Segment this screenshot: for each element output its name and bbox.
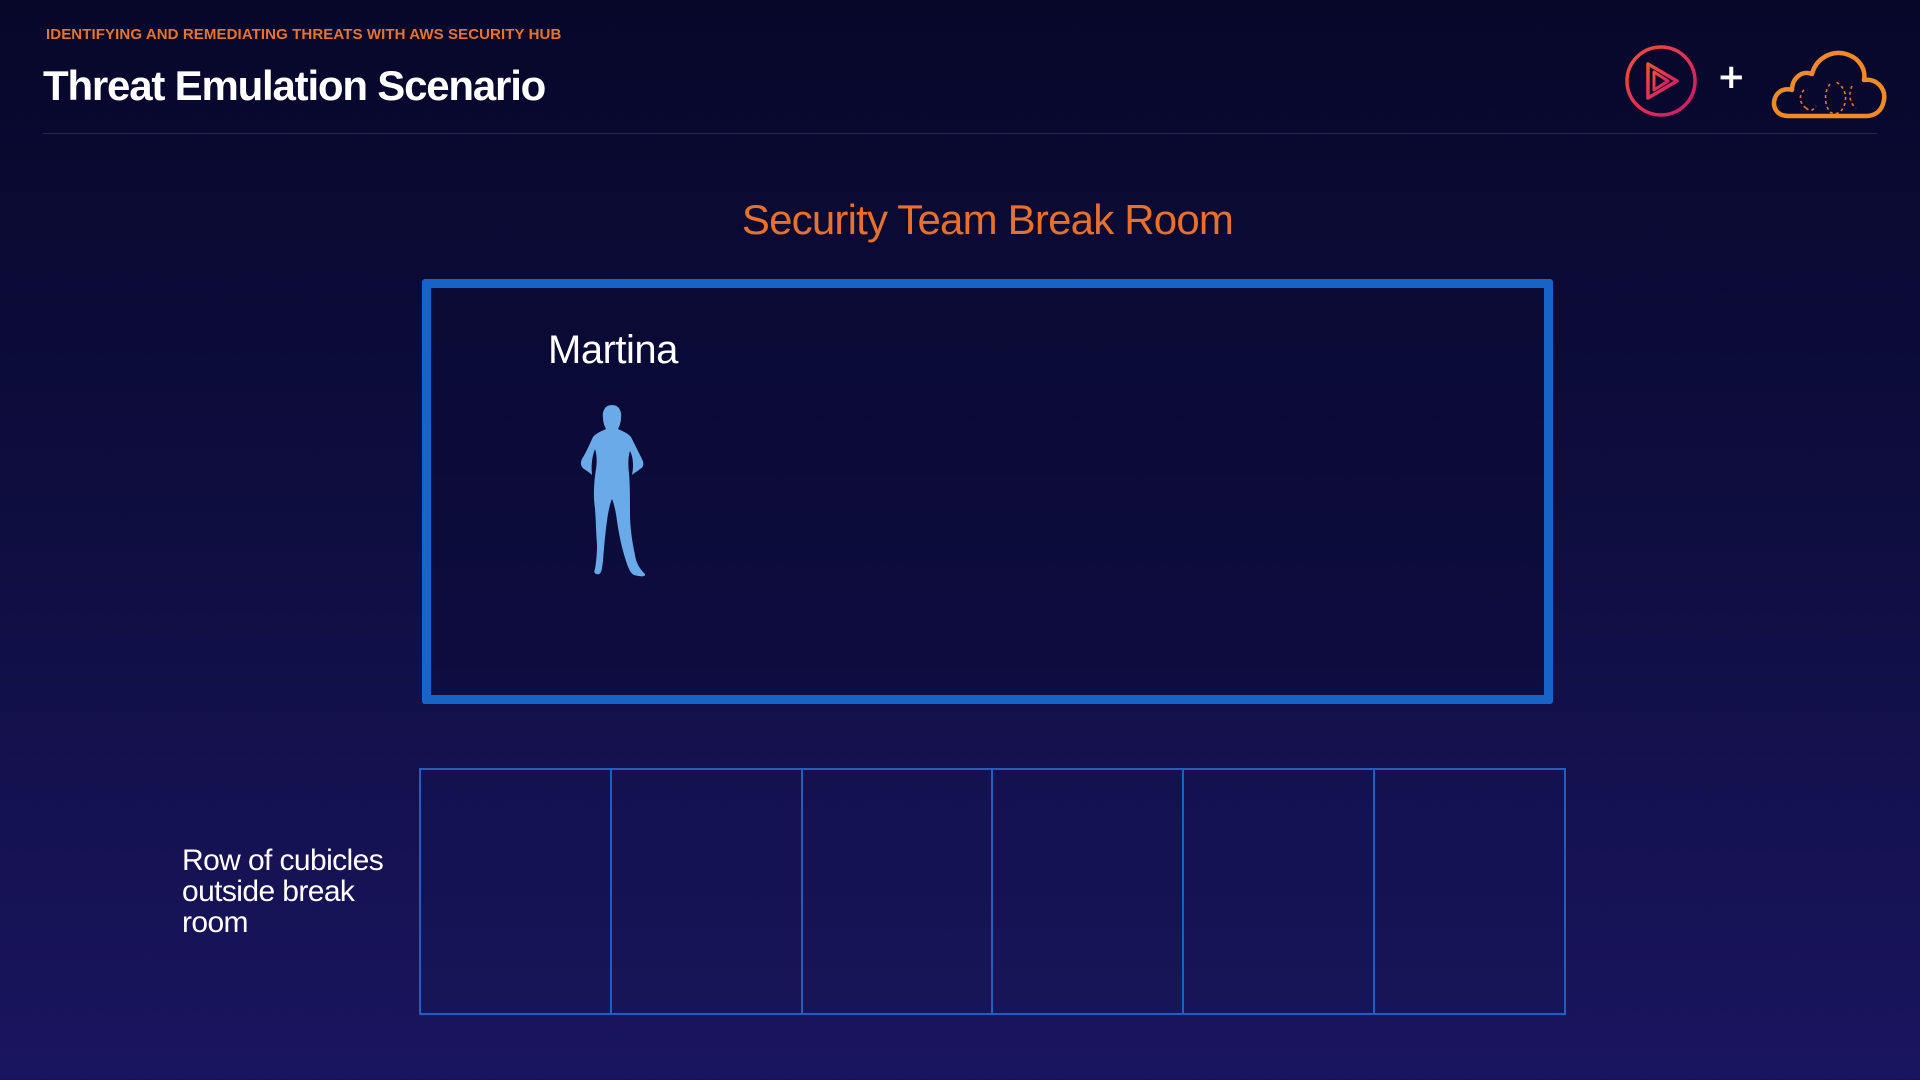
person-name-label: Martina (548, 328, 678, 372)
cubicle (419, 768, 612, 1015)
header-divider (43, 133, 1877, 134)
cubicles-label: Row of cubicles outside break room (182, 844, 384, 939)
course-label: IDENTIFYING AND REMEDIATING THREATS WITH… (46, 26, 562, 43)
cubicle (1373, 768, 1566, 1015)
cubicle (800, 768, 994, 1015)
cubicle-row (419, 768, 1566, 1015)
person-silhouette-icon (580, 405, 646, 577)
plus-sign: + (1717, 57, 1746, 97)
cubicle (991, 768, 1185, 1015)
pluralsight-play-icon (1625, 45, 1697, 117)
cubicle (1182, 768, 1376, 1015)
aws-cloud-icon (1771, 50, 1887, 119)
room-title: Security Team Break Room (741, 196, 1234, 243)
cubicle (609, 768, 803, 1015)
slide-title: Threat Emulation Scenario (43, 62, 546, 109)
logo-group: + (1620, 40, 1890, 130)
